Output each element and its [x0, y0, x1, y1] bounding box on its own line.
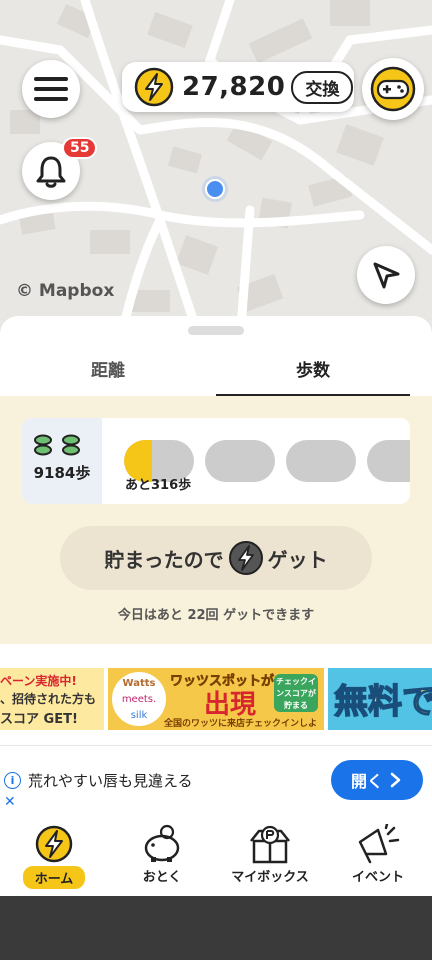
nav-home-label: ホーム	[22, 866, 86, 889]
piggy-bank-icon	[144, 824, 180, 862]
map-attribution: © Mapbox	[16, 281, 115, 301]
steps-count: 9184歩	[33, 464, 91, 482]
steps-remaining: あと316歩	[125, 478, 192, 493]
promo-banner-invite[interactable]: ペーン実施中! 、招待された方も スコア GET!	[0, 668, 104, 730]
nav-mybox[interactable]: マイボックス	[216, 814, 324, 896]
nav-deals-label: おとく	[142, 870, 182, 885]
step-progress-card: 9184歩 あと316歩	[22, 418, 410, 504]
bottom-navigation: ホーム おとく マイボックス イベント	[0, 814, 432, 896]
menu-button[interactable]	[22, 60, 80, 118]
bolt-coin-icon	[228, 541, 263, 575]
collect-button[interactable]: 貯まったので ゲット	[60, 526, 372, 590]
exchange-button[interactable]: 交換	[291, 70, 354, 104]
footsteps-icon	[34, 434, 80, 456]
banner-text: 無料で	[333, 681, 432, 723]
bolt-coin-icon	[134, 67, 174, 107]
banner-badge: チェックインスコアが貯まる	[274, 674, 318, 712]
step-count-box: 9184歩	[22, 418, 102, 504]
nav-deals[interactable]: おとく	[108, 814, 216, 896]
game-button[interactable]	[362, 58, 424, 120]
ad-close-icon[interactable]: ✕	[4, 794, 16, 810]
coin-amount: 27,820	[182, 72, 286, 102]
ad-open-button[interactable]: 開く	[331, 760, 423, 800]
step-sheet: 距離 歩数 9184歩 あと316歩 貯まったので ゲット 今日はあと 22回 …	[0, 316, 432, 812]
step-slot	[286, 440, 356, 482]
collect-label-after: ゲット	[267, 547, 328, 572]
banner-text: 、招待された方も	[0, 692, 97, 706]
brand-text: Watts	[122, 678, 156, 689]
banner-text: ペーン実施中!	[0, 674, 77, 688]
ad-text: 荒れやすい唇も見違える	[28, 772, 193, 790]
promo-banner-free[interactable]: 無料で	[328, 668, 432, 730]
ad-banner[interactable]: i 荒れやすい唇も見違える ✕ 開く	[0, 745, 432, 815]
steps-panel: 9184歩 あと316歩 貯まったので ゲット 今日はあと 22回 ゲットできま…	[0, 396, 432, 644]
banner-footer: 全国のワッツに来店チェックインしよう!	[164, 719, 318, 729]
megaphone-icon	[358, 824, 400, 864]
step-slot	[367, 440, 410, 482]
remaining-collect-note: 今日はあと 22回 ゲットできます	[117, 608, 315, 623]
nav-mybox-label: マイボックス	[231, 870, 309, 885]
chevron-right-icon	[390, 772, 401, 788]
brand-logo: Watts meets. silk	[112, 672, 166, 726]
system-bar	[0, 896, 432, 960]
current-location-dot	[205, 179, 225, 199]
coin-balance[interactable]: 27,820 交換	[122, 62, 354, 112]
sheet-handle[interactable]	[188, 326, 244, 335]
navigation-arrow-icon	[373, 262, 400, 289]
recenter-button[interactable]	[357, 246, 415, 304]
hamburger-icon	[34, 77, 68, 101]
promo-banner-watts[interactable]: Watts meets. silk ワッツスポットが 出現 全国のワッツに来店チ…	[108, 668, 324, 730]
brand-text: silk	[130, 710, 148, 721]
step-slot	[205, 440, 275, 482]
nav-home[interactable]: ホーム	[0, 814, 108, 896]
gamepad-icon	[370, 66, 416, 112]
ad-open-label: 開く	[350, 772, 383, 791]
tab-distance[interactable]: 距離	[0, 356, 216, 394]
brand-text: meets.	[121, 694, 157, 705]
nav-event[interactable]: イベント	[324, 814, 432, 896]
promo-banner-carousel[interactable]: ペーン実施中! 、招待された方も スコア GET! Watts meets. s…	[0, 668, 432, 730]
bolt-coin-icon	[35, 825, 73, 863]
notification-badge: 55	[62, 137, 98, 159]
ad-info-icon[interactable]: i	[4, 772, 21, 789]
nav-home-label-wrap: ホーム	[0, 866, 108, 889]
gift-box-icon	[250, 825, 290, 864]
bell-icon	[36, 156, 66, 188]
banner-text: スコア GET!	[0, 712, 78, 727]
tab-steps[interactable]: 歩数	[216, 356, 410, 397]
collect-label-before: 貯まったので	[104, 547, 224, 572]
nav-event-label: イベント	[351, 870, 404, 885]
